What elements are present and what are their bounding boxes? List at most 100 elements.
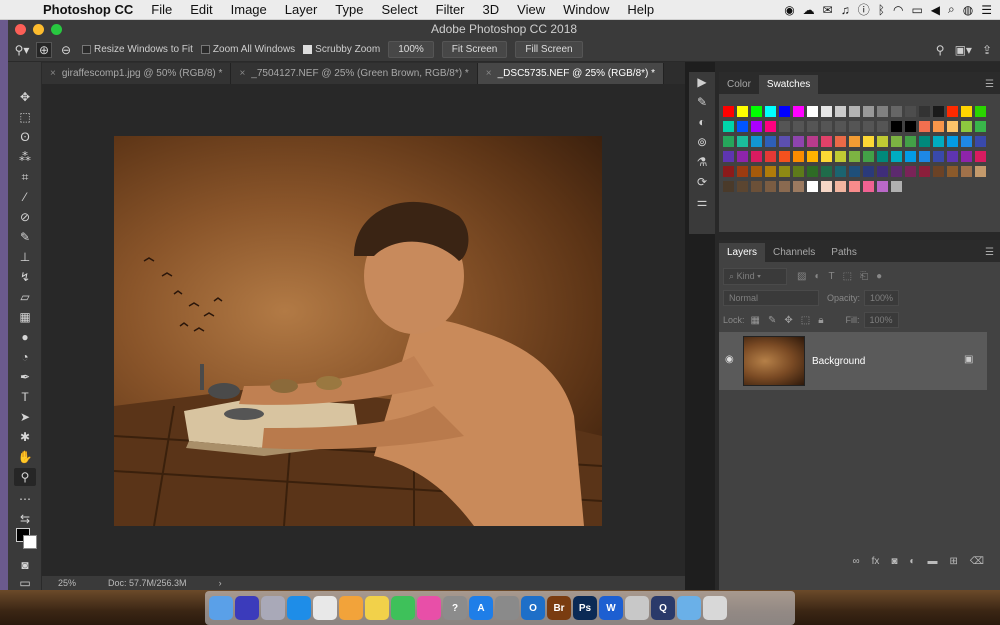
color-swatch[interactable]	[863, 106, 874, 117]
adjustment-layer-icon[interactable]: ◐	[909, 556, 915, 567]
color-swatch[interactable]	[765, 136, 776, 147]
tab-giraffescomp1[interactable]: × giraffescomp1.jpg @ 50% (RGB/8) *	[42, 63, 232, 84]
color-swatch[interactable]	[947, 166, 958, 177]
color-swatch[interactable]	[835, 151, 846, 162]
color-swatch[interactable]	[933, 151, 944, 162]
color-swatch[interactable]	[737, 151, 748, 162]
shape-filter-icon[interactable]: ⬚	[843, 271, 852, 282]
visibility-eye-icon[interactable]: ◉	[725, 354, 734, 365]
color-swatch[interactable]	[751, 181, 762, 192]
color-swatch[interactable]	[891, 166, 902, 177]
color-swatch[interactable]	[765, 121, 776, 132]
color-swatch[interactable]	[807, 166, 818, 177]
color-swatch[interactable]	[793, 121, 804, 132]
dock-app-trash-icon[interactable]	[703, 596, 727, 620]
dock-app-folder-icon[interactable]	[677, 596, 701, 620]
color-swatch[interactable]	[821, 166, 832, 177]
color-swatch[interactable]	[947, 121, 958, 132]
color-swatch[interactable]	[919, 151, 930, 162]
menu-layer[interactable]: Layer	[276, 2, 327, 17]
eraser-tool-icon[interactable]: ▱	[14, 288, 36, 306]
color-swatch[interactable]	[891, 181, 902, 192]
zoom-100-button[interactable]: 100%	[388, 41, 434, 58]
panel-menu-icon[interactable]: ☰	[979, 243, 1000, 262]
color-swatch[interactable]	[877, 136, 888, 147]
color-swatch[interactable]	[723, 106, 734, 117]
color-swatch[interactable]	[779, 121, 790, 132]
dock-app-messages-icon[interactable]	[391, 596, 415, 620]
color-swatch[interactable]	[933, 166, 944, 177]
sliders-icon[interactable]: ⚌	[689, 192, 715, 212]
dock-app-outlook-icon[interactable]: O	[521, 596, 545, 620]
tab-swatches[interactable]: Swatches	[758, 75, 819, 94]
color-swatch[interactable]	[961, 121, 972, 132]
color-swatch[interactable]	[933, 121, 944, 132]
stamp-tool-icon[interactable]: ⊥	[14, 248, 36, 266]
color-swatch[interactable]	[807, 181, 818, 192]
color-swatch[interactable]	[723, 121, 734, 132]
color-swatch[interactable]	[723, 166, 734, 177]
link-layers-icon[interactable]: ∞	[852, 556, 859, 567]
dock-app-prefs-icon[interactable]	[495, 596, 519, 620]
mail-icon[interactable]: ✉	[823, 3, 833, 17]
color-swatch[interactable]	[961, 166, 972, 177]
adjustments-icon[interactable]: ◐	[689, 112, 715, 132]
lasso-tool-icon[interactable]: ʘ	[14, 128, 36, 146]
notification-center-icon[interactable]: ☰	[981, 3, 992, 17]
smart-object-filter-icon[interactable]: ⎗	[860, 271, 868, 282]
color-swatch[interactable]	[877, 151, 888, 162]
color-swatch[interactable]	[751, 106, 762, 117]
info-icon[interactable]: ⓘ	[858, 1, 870, 18]
color-swatch[interactable]	[863, 181, 874, 192]
color-swatch[interactable]	[821, 181, 832, 192]
menu-image[interactable]: Image	[222, 2, 276, 17]
color-swatch[interactable]	[821, 106, 832, 117]
dock-app-siri-icon[interactable]	[235, 596, 259, 620]
color-swatch[interactable]	[807, 136, 818, 147]
resize-windows-checkbox[interactable]: Resize Windows to Fit	[82, 44, 193, 55]
color-swatch[interactable]	[947, 151, 958, 162]
close-tab-icon[interactable]: ×	[50, 68, 56, 79]
zoom-level[interactable]: 25%	[58, 578, 76, 588]
tab-layers[interactable]: Layers	[719, 243, 766, 262]
opacity-input[interactable]: 100%	[864, 290, 900, 306]
color-swatch[interactable]	[849, 151, 860, 162]
color-swatch[interactable]	[723, 136, 734, 147]
color-swatch[interactable]	[905, 151, 916, 162]
search-icon[interactable]: ⚲	[936, 43, 945, 57]
display-icon[interactable]: ▭	[911, 3, 922, 17]
color-swatch[interactable]	[863, 166, 874, 177]
color-swatch[interactable]	[905, 136, 916, 147]
dock-app-launchpad-icon[interactable]	[261, 596, 285, 620]
color-swatch[interactable]	[737, 166, 748, 177]
color-swatch[interactable]	[835, 106, 846, 117]
color-swatch[interactable]	[821, 151, 832, 162]
dock-app-br-icon[interactable]: Br	[547, 596, 571, 620]
tab-color[interactable]: Color	[719, 75, 759, 94]
color-swatch[interactable]	[793, 166, 804, 177]
color-swatch[interactable]	[849, 106, 860, 117]
brush-tool-icon[interactable]: ✎	[14, 228, 36, 246]
more-tools-icon[interactable]: ⋯	[14, 490, 36, 508]
crop-tool-icon[interactable]: ⌗	[14, 168, 36, 186]
dock-app-photos-icon[interactable]	[339, 596, 363, 620]
new-group-icon[interactable]: ▬	[927, 556, 937, 567]
menu-edit[interactable]: Edit	[181, 2, 221, 17]
color-swatch[interactable]	[975, 121, 986, 132]
color-swatch[interactable]	[849, 166, 860, 177]
eyedropper-tool-icon[interactable]: ⁄	[14, 188, 36, 206]
color-swatch[interactable]	[793, 181, 804, 192]
document-image[interactable]	[114, 136, 602, 526]
color-swatch[interactable]	[919, 136, 930, 147]
color-swatch[interactable]	[947, 136, 958, 147]
blend-mode-select[interactable]: Normal	[723, 290, 819, 306]
color-swatch[interactable]	[961, 106, 972, 117]
color-swatch[interactable]	[835, 136, 846, 147]
layer-style-icon[interactable]: fx	[872, 556, 880, 567]
move-tool-icon[interactable]: ✥	[14, 88, 36, 106]
color-swatch[interactable]	[821, 136, 832, 147]
color-swatch[interactable]	[723, 151, 734, 162]
color-swatch[interactable]	[779, 106, 790, 117]
fit-screen-button[interactable]: Fit Screen	[441, 41, 508, 58]
dock-app-word-icon[interactable]: W	[599, 596, 623, 620]
